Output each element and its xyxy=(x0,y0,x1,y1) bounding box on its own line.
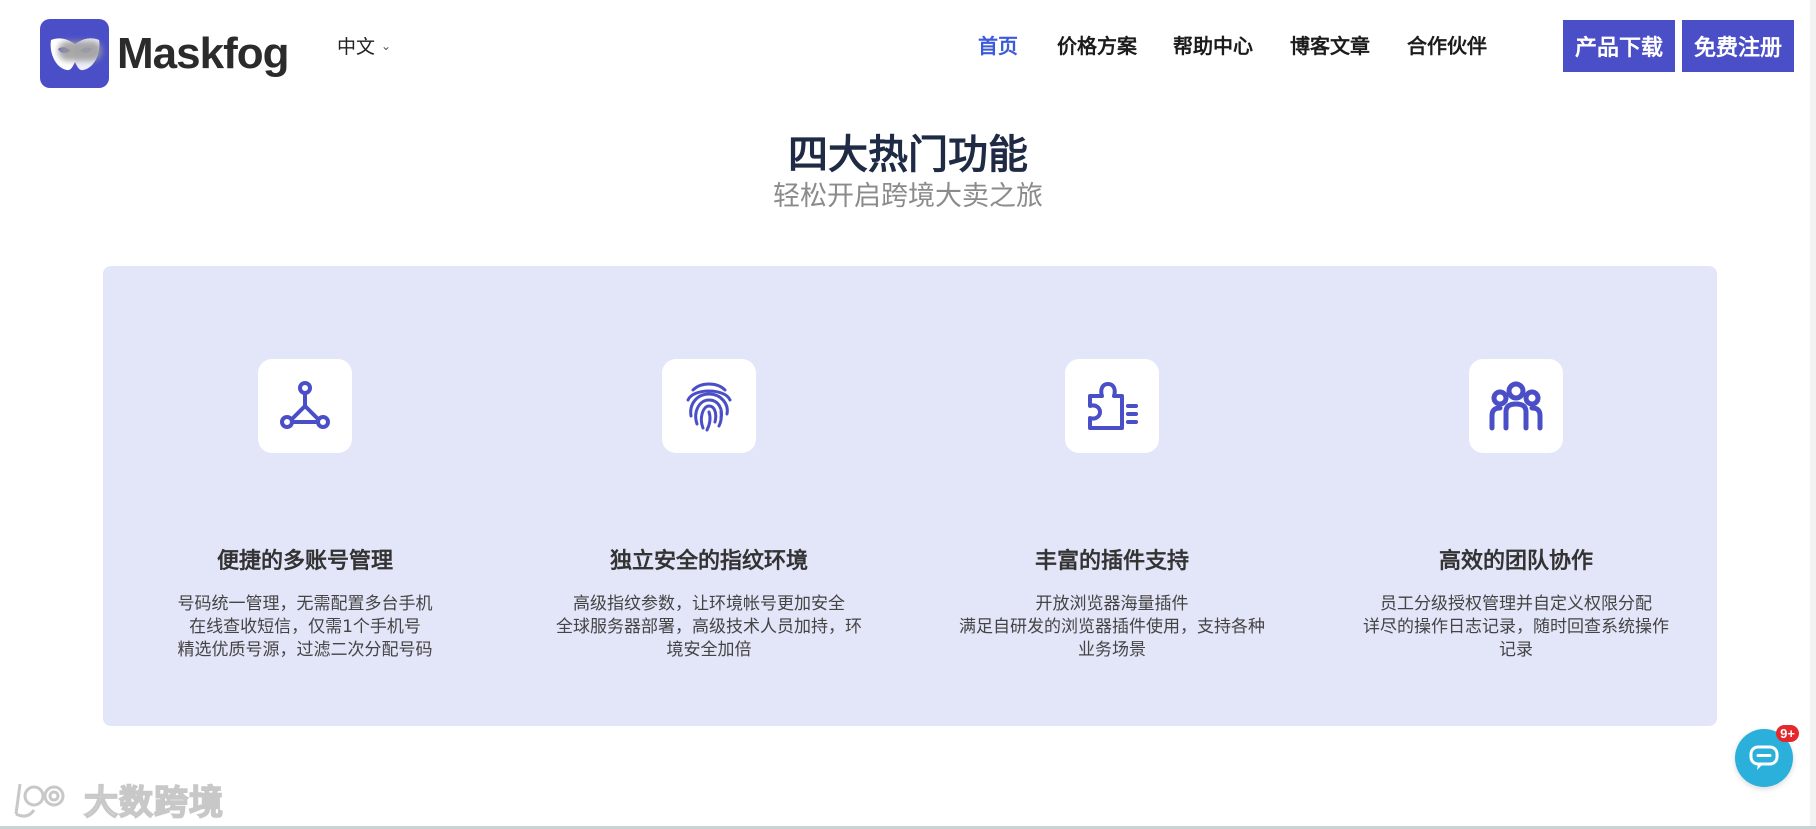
feature-line: 全球服务器部署，高级技术人员加持，环 xyxy=(556,617,862,637)
feature-line: 员工分级授权管理并自定义权限分配 xyxy=(1380,594,1652,614)
feature-line: 详尽的操作日志记录，随时回查系统操作 xyxy=(1363,617,1669,637)
nav-pricing[interactable]: 价格方案 xyxy=(1057,30,1137,59)
team-icon xyxy=(1489,381,1543,431)
feature-description: 号码统一管理，无需配置多台手机 在线查收短信，仅需1个手机号 精选优质号源，过滤… xyxy=(103,593,507,662)
section-subtitle: 轻松开启跨境大卖之旅 xyxy=(773,181,1043,212)
register-button[interactable]: 免费注册 xyxy=(1682,20,1794,72)
feature-line: 号码统一管理，无需配置多台手机 xyxy=(177,594,433,614)
watermark: 大数跨境 xyxy=(10,775,224,824)
chat-bubble-icon xyxy=(1749,745,1779,770)
feature-description: 开放浏览器海量插件 满足自研发的浏览器插件使用，支持各种 业务场景 xyxy=(910,593,1314,662)
nav-home[interactable]: 首页 xyxy=(978,30,1018,59)
feature-description: 高级指纹参数，让环境帐号更加安全 全球服务器部署，高级技术人员加持，环 境安全加… xyxy=(507,593,911,662)
scrollbar[interactable] xyxy=(1810,0,1816,829)
feature-line: 在线查收短信，仅需1个手机号 xyxy=(189,617,421,637)
feature-line: 满足自研发的浏览器插件使用，支持各种 xyxy=(959,617,1265,637)
feature-card: 独立安全的指纹环境 高级指纹参数，让环境帐号更加安全 全球服务器部署，高级技术人… xyxy=(507,359,911,662)
download-button[interactable]: 产品下载 xyxy=(1563,20,1675,72)
watermark-logo-icon xyxy=(14,783,65,818)
feature-line: 开放浏览器海量插件 xyxy=(1035,594,1189,614)
feature-line: 高级指纹参数，让环境帐号更加安全 xyxy=(573,594,845,614)
feature-title: 独立安全的指纹环境 xyxy=(609,549,808,574)
feature-card: 丰富的插件支持 开放浏览器海量插件 满足自研发的浏览器插件使用，支持各种 业务场… xyxy=(910,359,1314,662)
main-nav: 首页 价格方案 帮助中心 博客文章 合作伙伴 xyxy=(0,30,1816,60)
nav-partners[interactable]: 合作伙伴 xyxy=(1407,30,1487,59)
site-header: Maskfog 中文 ⌄ 首页 价格方案 帮助中心 博客文章 合作伙伴 产品下载… xyxy=(0,0,1816,96)
puzzle-plugin-icon xyxy=(1088,382,1138,430)
feature-line: 精选优质号源，过滤二次分配号码 xyxy=(177,640,433,660)
feature-icon-box xyxy=(1065,359,1159,453)
feature-icon-box xyxy=(662,359,756,453)
feature-icon-box xyxy=(1469,359,1563,453)
fingerprint-icon xyxy=(686,382,732,432)
feature-title: 高效的团队协作 xyxy=(1438,549,1593,574)
chat-button[interactable]: 9+ xyxy=(1735,725,1799,787)
feature-title: 便捷的多账号管理 xyxy=(216,549,393,574)
section-title: 四大热门功能 xyxy=(788,132,1028,178)
feature-line: 记录 xyxy=(1499,640,1533,660)
feature-description: 员工分级授权管理并自定义权限分配 详尽的操作日志记录，随时回查系统操作 记录 xyxy=(1314,593,1718,662)
feature-title: 丰富的插件支持 xyxy=(1034,549,1189,574)
chat-badge: 9+ xyxy=(1776,725,1799,742)
features-panel: 便捷的多账号管理 号码统一管理，无需配置多台手机 在线查收短信，仅需1个手机号 … xyxy=(103,266,1717,726)
nav-help-center[interactable]: 帮助中心 xyxy=(1173,30,1253,59)
watermark-text: 大数跨境 xyxy=(83,782,224,824)
feature-line: 境安全加倍 xyxy=(666,640,752,660)
nav-blog[interactable]: 博客文章 xyxy=(1290,30,1370,59)
feature-card: 高效的团队协作 员工分级授权管理并自定义权限分配 详尽的操作日志记录，随时回查系… xyxy=(1314,359,1718,662)
feature-card: 便捷的多账号管理 号码统一管理，无需配置多台手机 在线查收短信，仅需1个手机号 … xyxy=(103,359,507,662)
feature-icon-box xyxy=(258,359,352,453)
feature-line: 业务场景 xyxy=(1078,640,1146,660)
network-icon xyxy=(280,381,330,429)
